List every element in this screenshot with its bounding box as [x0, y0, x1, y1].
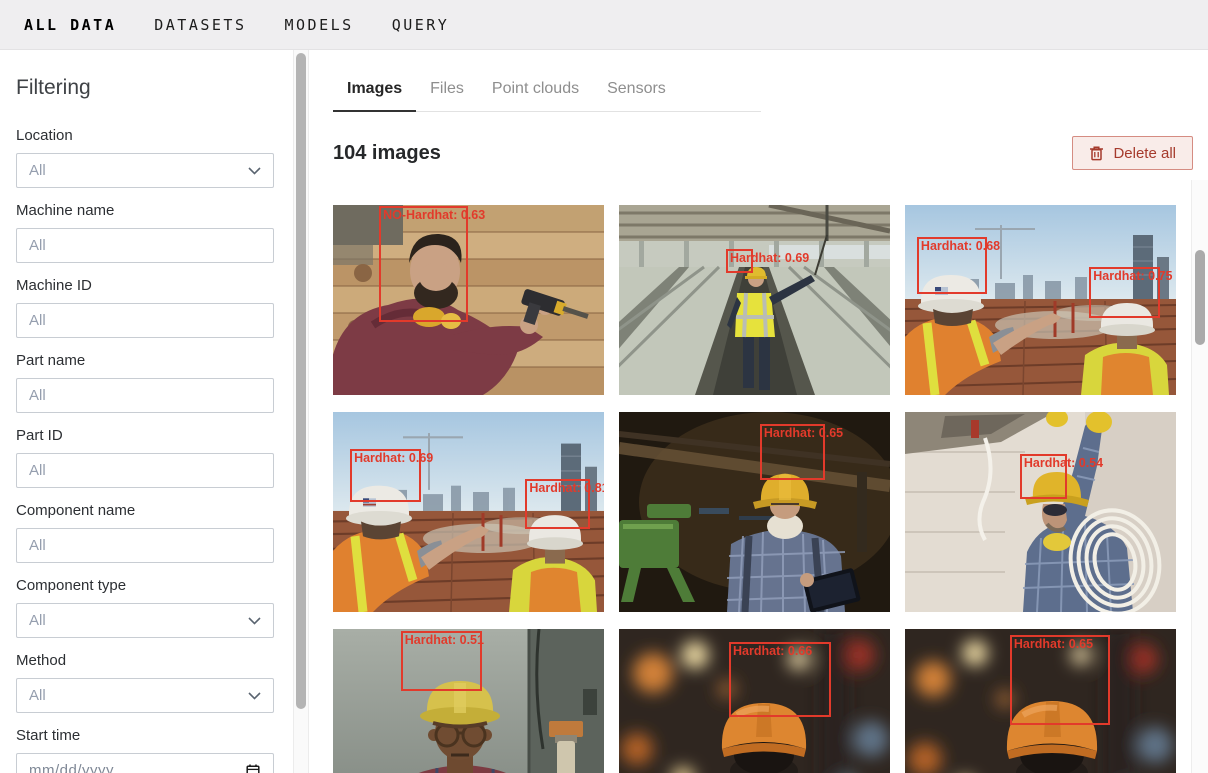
part-id-input[interactable] [16, 453, 274, 488]
delete-all-button[interactable]: Delete all [1072, 136, 1193, 170]
image-thumbnail-5[interactable]: Hardhat: 0.65 [619, 412, 890, 612]
part-name-input[interactable] [16, 378, 274, 413]
photo-engineer-tablet [619, 412, 890, 612]
content-scrollbar-thumb[interactable] [1195, 250, 1205, 345]
tab-bar: Images Files Point clouds Sensors [333, 80, 761, 112]
detection-bbox: Hardhat: 0.66 [729, 642, 831, 717]
image-thumbnail-8[interactable]: Hardhat: 0.66 [619, 629, 890, 773]
tab-point-clouds[interactable]: Point clouds [478, 80, 593, 111]
filter-label-component-name: Component name [16, 502, 274, 519]
filter-label-machine-id: Machine ID [16, 277, 274, 294]
detection-bbox: Hardhat: 0.65 [760, 424, 825, 480]
machine-name-input[interactable] [16, 228, 274, 263]
image-thumbnail-7[interactable]: Hardhat: 0.51 [333, 629, 604, 773]
method-select[interactable]: All [16, 678, 274, 713]
image-thumbnail-1[interactable]: NO-Hardhat: 0.63 [333, 205, 604, 395]
tab-images[interactable]: Images [333, 80, 416, 112]
gallery-header: 104 images Delete all [333, 136, 1193, 170]
detection-bbox: Hardhat: 0.68 [917, 237, 987, 294]
content-scrollbar[interactable] [1191, 180, 1208, 773]
location-select[interactable]: All [16, 153, 274, 188]
image-thumbnail-3[interactable]: Hardhat: 0.68 Hardhat: 0.75 [905, 205, 1176, 395]
detection-bbox: Hardhat: 0.69 [350, 449, 420, 502]
image-thumbnail-2[interactable]: Hardhat: 0.69 [619, 205, 890, 395]
chevron-down-icon [248, 167, 261, 175]
detection-bbox: Hardhat: 0.69 [726, 249, 753, 274]
filter-label-component-type: Component type [16, 577, 274, 594]
photo-warehouse-worker [619, 205, 890, 395]
component-name-input[interactable] [16, 528, 274, 563]
nav-item-models[interactable]: MODELS [285, 16, 354, 34]
trash-icon [1089, 145, 1104, 161]
filter-label-part-id: Part ID [16, 427, 274, 444]
detection-bbox: Hardhat: 0.54 [1020, 454, 1067, 499]
detection-label: Hardhat: 0.66 [733, 644, 812, 659]
photo-carpenter-log-wall [333, 205, 604, 395]
image-thumbnail-9[interactable]: Hardhat: 0.65 [905, 629, 1176, 773]
detection-label: Hardhat: 0.75 [1093, 269, 1172, 284]
detection-label: Hardhat: 0.65 [764, 426, 843, 441]
detection-bbox: Hardhat: 0.51 [401, 631, 482, 691]
filter-label-method: Method [16, 652, 274, 669]
chevron-down-icon [248, 692, 261, 700]
delete-all-label: Delete all [1113, 145, 1176, 162]
calendar-icon [245, 763, 261, 773]
nav-item-query[interactable]: QUERY [392, 16, 450, 34]
photo-electrician-cable [905, 412, 1176, 612]
detection-bbox: Hardhat: 0.65 [1010, 635, 1110, 725]
detection-label: Hardhat: 0.69 [354, 451, 433, 466]
main-content: Images Files Point clouds Sensors 104 im… [309, 50, 1208, 773]
detection-label: NO-Hardhat: 0.63 [383, 208, 485, 223]
detection-bbox: Hardhat: 0.81 [525, 479, 590, 529]
filter-label-part-name: Part name [16, 352, 274, 369]
detection-label: Hardhat: 0.69 [730, 251, 809, 266]
detection-label: Hardhat: 0.68 [921, 239, 1000, 254]
filter-sidebar: Filtering Location All Machine name Mach… [0, 50, 293, 773]
detection-label: Hardhat: 0.54 [1024, 456, 1103, 471]
detection-bbox: NO-Hardhat: 0.63 [379, 206, 468, 322]
detection-label: Hardhat: 0.65 [1014, 637, 1093, 652]
machine-id-input[interactable] [16, 303, 274, 338]
image-thumbnail-6[interactable]: Hardhat: 0.54 [905, 412, 1176, 612]
location-select-value: All [29, 162, 46, 179]
detection-label: Hardhat: 0.81 [529, 481, 604, 496]
image-thumbnail-4[interactable]: Hardhat: 0.69 Hardhat: 0.81 [333, 412, 604, 612]
detection-bbox: Hardhat: 0.75 [1089, 267, 1159, 318]
top-navigation: ALL DATA DATASETS MODELS QUERY [0, 0, 1208, 50]
method-select-value: All [29, 687, 46, 704]
start-time-placeholder: mm/dd/yyyy [29, 762, 114, 773]
filter-label-machine-name: Machine name [16, 202, 274, 219]
chevron-down-icon [248, 617, 261, 625]
start-time-input[interactable]: mm/dd/yyyy [16, 753, 274, 773]
nav-item-all-data[interactable]: ALL DATA [24, 16, 116, 34]
detection-label: Hardhat: 0.51 [405, 633, 484, 648]
component-type-select[interactable]: All [16, 603, 274, 638]
sidebar-scrollbar[interactable] [293, 50, 309, 773]
sidebar-title: Filtering [16, 76, 274, 100]
filter-label-start-time: Start time [16, 727, 274, 744]
component-type-select-value: All [29, 612, 46, 629]
image-count: 104 images [333, 142, 441, 165]
image-grid: NO-Hardhat: 0.63 [333, 205, 1176, 773]
page-body: Filtering Location All Machine name Mach… [0, 50, 1208, 773]
tab-sensors[interactable]: Sensors [593, 80, 680, 111]
tab-files[interactable]: Files [416, 80, 478, 111]
nav-item-datasets[interactable]: DATASETS [154, 16, 246, 34]
sidebar-scrollbar-thumb[interactable] [296, 53, 306, 709]
filter-label-location: Location [16, 127, 274, 144]
